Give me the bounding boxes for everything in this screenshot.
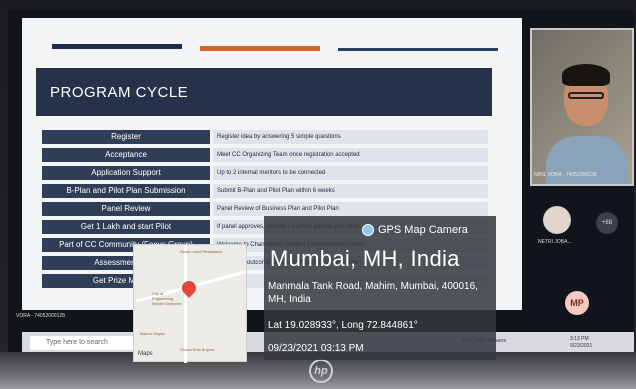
hp-logo: hp: [309, 359, 333, 383]
program-step-desc: Meet CC Organizing Team once registratio…: [213, 148, 488, 162]
slide-title: PROGRAM CYCLE: [50, 84, 189, 101]
gps-coordinates: Lat 19.028933°, Long 72.844861°: [268, 320, 418, 331]
gps-overlay-card: GPS Map Camera Mumbai, MH, India Manmala…: [264, 216, 496, 360]
participant-tile-name: NETRI JOBA...: [538, 239, 572, 245]
more-participants-button[interactable]: +88: [596, 212, 618, 234]
presenter-label: VORA - 74052000128: [16, 313, 65, 319]
slide-accent-bar: [338, 48, 498, 51]
map-place-label: Baku's Gaylar: [140, 331, 165, 336]
program-step: Get 1 Lakh and start Pilot: [42, 220, 210, 234]
program-step-row: B-Plan and Pilot Plan Submission Submit …: [42, 184, 492, 198]
map-place-label: Glodia Eula Buyers: [180, 347, 215, 352]
gps-app-name: GPS Map Camera: [378, 224, 468, 236]
participant-glasses: [568, 92, 604, 99]
slide-accent-bar: [52, 44, 182, 49]
participant-name-label: NIKIL VORA - 74052000128: [534, 172, 597, 178]
participant-video-main[interactable]: [530, 28, 634, 186]
clock-date: 9/23/2021: [570, 343, 593, 349]
participant-avatar[interactable]: [543, 206, 571, 234]
slide-accent-bar: [200, 46, 320, 51]
participant-hair: [562, 64, 610, 86]
program-step-desc: Register idea by answering 5 simple ques…: [213, 130, 488, 144]
gps-camera-icon: [362, 224, 374, 236]
location-pin-icon: [179, 278, 199, 298]
program-step-row: Application Support Up to 2 internal men…: [42, 166, 492, 180]
program-step: Acceptance: [42, 148, 210, 162]
participant-initials-avatar[interactable]: MP: [565, 291, 589, 315]
map-road: [184, 245, 187, 363]
program-step-desc: Panel Review of Business Plan and Pilot …: [213, 202, 488, 216]
map-thumbnail: Swiss Lloyd Restaurant City of Engineeri…: [133, 244, 247, 363]
program-step-row: Register Register idea by answering 5 si…: [42, 130, 492, 144]
gps-datetime: 09/23/2021 03:13 PM: [268, 343, 364, 354]
gps-address: Manmala Tank Road, Mahim, Mumbai, 400016…: [268, 281, 478, 305]
maps-brand-label: Maps: [138, 351, 153, 357]
program-step-desc: Submit B-Plan and Pilot Plan within 6 we…: [213, 184, 488, 198]
program-step: B-Plan and Pilot Plan Submission: [42, 184, 210, 198]
program-step-row: Panel Review Panel Review of Business Pl…: [42, 202, 492, 216]
taskbar-clock[interactable]: 3:13 PM 9/23/2021: [570, 336, 592, 350]
gps-city: Mumbai, MH, India: [270, 246, 460, 271]
clock-time: 3:13 PM: [570, 336, 589, 342]
slide-title-bar: PROGRAM CYCLE: [36, 68, 492, 116]
program-step: Register: [42, 130, 210, 144]
program-step: Panel Review: [42, 202, 210, 216]
program-step: Application Support: [42, 166, 210, 180]
program-step-row: Acceptance Meet CC Organizing Team once …: [42, 148, 492, 162]
program-step-desc: Up to 2 internal mentors to be connected: [213, 166, 488, 180]
map-place-label: Swiss Lloyd Restaurant: [180, 249, 222, 254]
map-place-label: City of Engineering Mahim Sciences: [152, 291, 182, 306]
